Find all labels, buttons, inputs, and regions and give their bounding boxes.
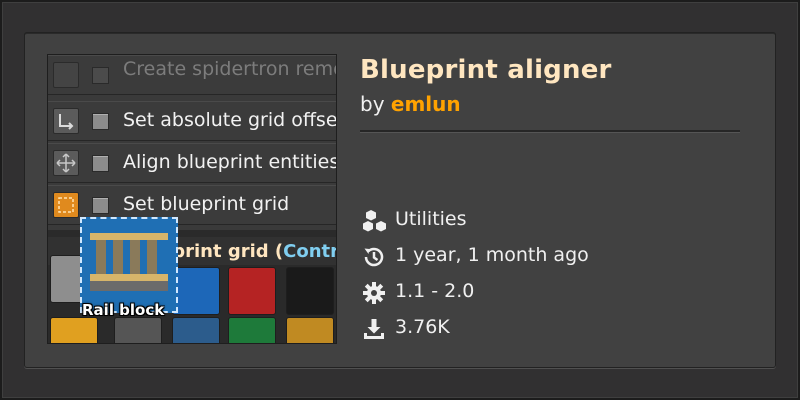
author-link[interactable]: emlun bbox=[391, 92, 461, 116]
menu-label: Create spidertron remote bbox=[123, 58, 336, 80]
updated-row: 1 year, 1 month ago bbox=[362, 242, 742, 272]
spidertron-icon bbox=[53, 62, 79, 88]
menu-checkbox bbox=[92, 113, 109, 130]
remove-tile bbox=[228, 267, 276, 315]
alt-tile bbox=[50, 317, 98, 343]
menu-row-spidertron: Create spidertron remote bbox=[48, 55, 336, 95]
align-icon bbox=[53, 150, 79, 176]
menu-label: Set blueprint grid bbox=[123, 193, 290, 215]
divider bbox=[360, 130, 740, 133]
mod-title[interactable]: Blueprint aligner bbox=[360, 55, 612, 85]
rotate-tile bbox=[114, 317, 162, 343]
history-icon bbox=[364, 247, 384, 267]
grid-offset-icon bbox=[53, 108, 79, 134]
downloads-row: 3.76K bbox=[362, 314, 742, 344]
menu-checkbox bbox=[92, 197, 109, 214]
version-row: 1.1 - 2.0 bbox=[362, 278, 742, 308]
version-label: 1.1 - 2.0 bbox=[395, 280, 475, 302]
mod-thumbnail[interactable]: Create spidertron remote Set absolute gr… bbox=[48, 55, 336, 343]
blueprint-grid-icon bbox=[53, 192, 79, 218]
menu-checkbox bbox=[92, 155, 109, 172]
green-tile bbox=[228, 317, 276, 343]
tool-tile bbox=[286, 267, 334, 315]
menu-label: Set absolute grid offset bbox=[123, 109, 336, 131]
grid-title: eprint grid (Contro bbox=[160, 241, 336, 262]
category-row: Utilities bbox=[362, 206, 742, 236]
download-icon bbox=[364, 319, 384, 339]
menu-row-align-entities: Align blueprint entities bbox=[48, 143, 336, 183]
byline: by emlun bbox=[360, 92, 461, 116]
downloads-label: 3.76K bbox=[395, 316, 450, 338]
rail-block-icon bbox=[80, 217, 178, 313]
updated-label: 1 year, 1 month ago bbox=[395, 244, 589, 266]
blueprint-tile bbox=[172, 317, 220, 343]
boxes-icon bbox=[363, 210, 386, 232]
menu-row-grid-offset: Set absolute grid offset bbox=[48, 101, 336, 141]
category-label: Utilities bbox=[395, 208, 467, 230]
menu-label: Align blueprint entities bbox=[123, 151, 336, 173]
chain-tile bbox=[286, 317, 334, 343]
menu-checkbox bbox=[92, 67, 109, 84]
rail-block-label: Rail block bbox=[82, 301, 165, 319]
gear-icon bbox=[363, 282, 385, 304]
add-tile bbox=[172, 267, 220, 315]
